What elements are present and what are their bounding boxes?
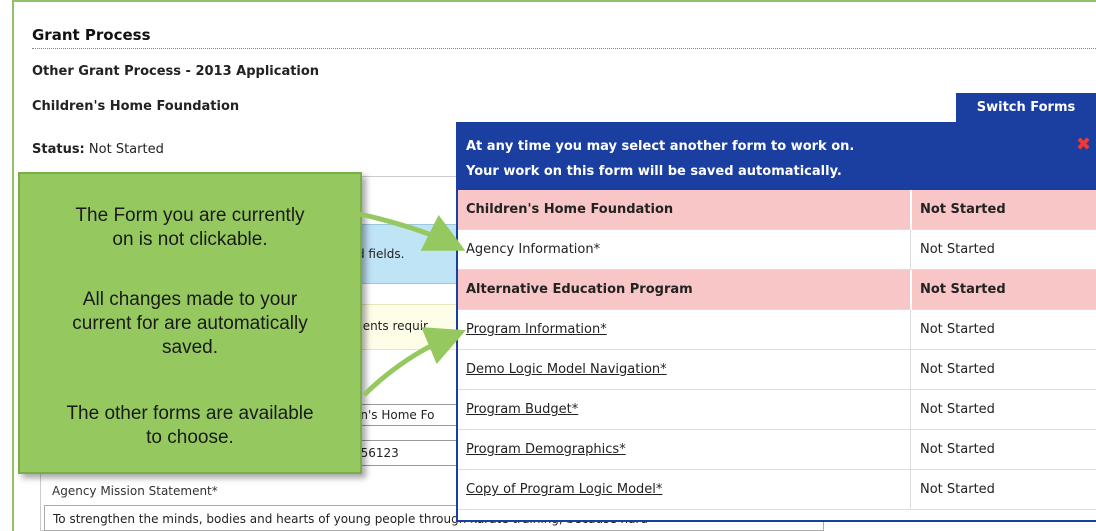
callout-line: on is not clickable. [112, 229, 268, 250]
form-group-status: Not Started [920, 202, 1006, 217]
info-message-text: d fields. [357, 247, 405, 261]
column-divider [910, 190, 912, 230]
callout-line: to choose. [146, 427, 234, 448]
form-status: Not Started [920, 442, 995, 457]
callout-line: The other forms are available [66, 403, 314, 424]
column-divider [910, 390, 911, 430]
switch-forms-message-line2: Your work on this form will be saved aut… [466, 164, 842, 179]
organization-title: Children's Home Foundation [32, 99, 240, 114]
current-form-row: Agency Information* Not Started [458, 230, 1096, 270]
form-group-row: Alternative Education Program Not Starte… [458, 270, 1096, 310]
page-title: Grant Process [32, 26, 151, 44]
forms-list: Children's Home Foundation Not Started A… [458, 190, 1096, 510]
callout-line: The Form you are currently [75, 205, 305, 226]
column-divider [910, 350, 911, 390]
column-divider [910, 430, 911, 470]
callout-line: current for are automatically [72, 313, 308, 334]
form-row: Program Information* Not Started [458, 310, 1096, 350]
form-status: Not Started [920, 242, 995, 257]
column-divider [910, 310, 911, 350]
form-group-name: Children's Home Foundation [466, 202, 674, 217]
form-link[interactable]: Copy of Program Logic Model* [466, 482, 662, 497]
form-group-status: Not Started [920, 282, 1006, 297]
form-row: Demo Logic Model Navigation* Not Started [458, 350, 1096, 390]
status-label: Status: [32, 142, 85, 157]
close-icon[interactable]: ✖ [1076, 134, 1091, 155]
callout-paragraph: The other forms are available to choose. [28, 402, 352, 450]
status-line: Status: Not Started [32, 142, 164, 157]
status-value: Not Started [88, 142, 164, 157]
title-divider [32, 48, 1096, 49]
form-row: Program Budget* Not Started [458, 390, 1096, 430]
form-group-name: Alternative Education Program [466, 282, 693, 297]
form-status: Not Started [920, 402, 995, 417]
agency-name-value: en's Home Fo [353, 408, 435, 422]
form-status: Not Started [920, 482, 995, 497]
switch-forms-tab[interactable]: Switch Forms [956, 93, 1096, 122]
callout-paragraph: All changes made to your current for are… [28, 288, 352, 360]
form-status: Not Started [920, 362, 995, 377]
column-divider [910, 230, 911, 270]
switch-forms-message-line1: At any time you may select another form … [466, 139, 855, 154]
form-link[interactable]: Program Budget* [466, 402, 578, 417]
switch-forms-panel: At any time you may select another form … [456, 122, 1096, 522]
mission-statement-label: Agency Mission Statement* [52, 484, 218, 498]
requirements-note-text: ments requir [351, 319, 428, 333]
form-link[interactable]: Program Demographics* [466, 442, 626, 457]
switch-forms-header: At any time you may select another form … [458, 124, 1096, 190]
form-row: Copy of Program Logic Model* Not Started [458, 470, 1096, 510]
form-group-row: Children's Home Foundation Not Started [458, 190, 1096, 230]
current-form-name: Agency Information* [466, 242, 601, 257]
application-title: Other Grant Process - 2013 Application [32, 64, 320, 79]
form-link[interactable]: Program Information* [466, 322, 607, 337]
form-link[interactable]: Demo Logic Model Navigation* [466, 362, 667, 377]
column-divider [910, 270, 912, 310]
callout-line: All changes made to your [82, 289, 298, 310]
column-divider [910, 470, 911, 510]
form-status: Not Started [920, 322, 995, 337]
callout-line: saved. [162, 337, 218, 358]
form-row: Program Demographics* Not Started [458, 430, 1096, 470]
callout-paragraph: The Form you are currently on is not cli… [28, 204, 352, 252]
help-callout: The Form you are currently on is not cli… [18, 172, 362, 474]
